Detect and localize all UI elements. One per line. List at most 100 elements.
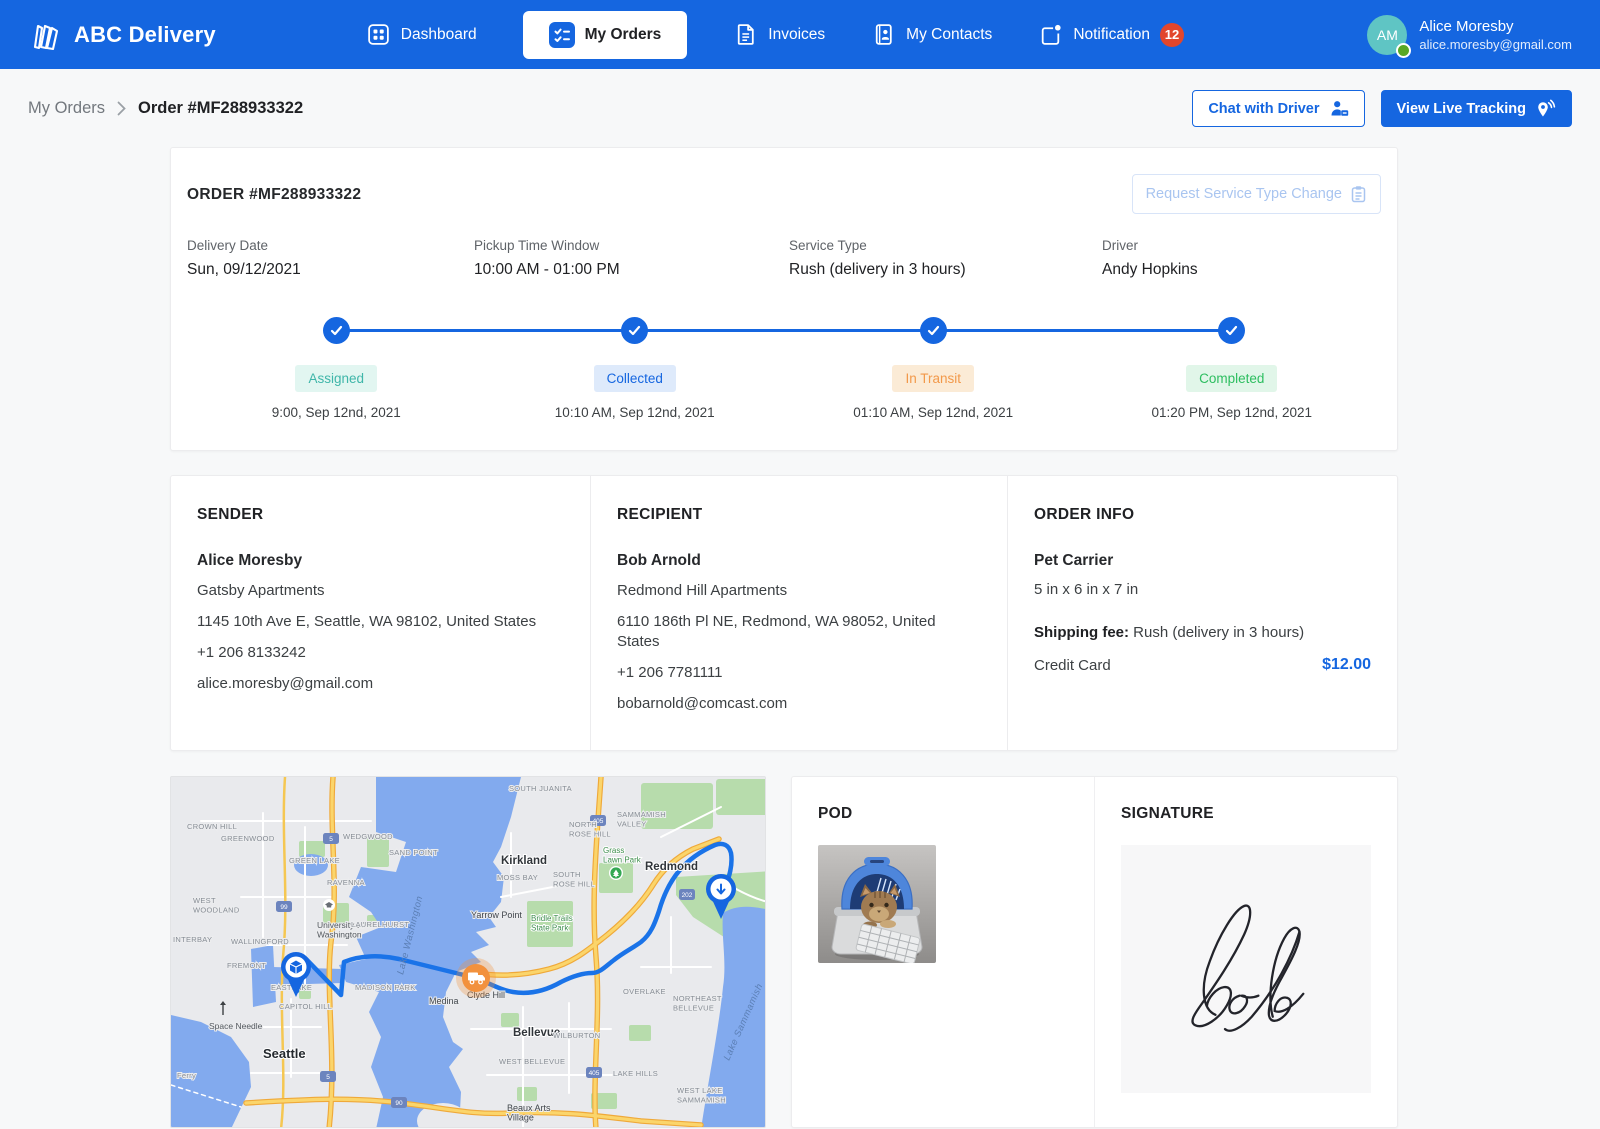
status-badge: Collected: [594, 365, 676, 392]
recipient-phone: +1 206 7781111: [617, 663, 981, 683]
timeline-step-assigned: Assigned 9:00, Sep 12nd, 2021: [187, 317, 486, 420]
breadcrumb: My Orders Order #MF288933322: [28, 99, 303, 118]
invoices-icon: [733, 22, 758, 47]
field-label: Driver: [1102, 238, 1381, 253]
pod-title: POD: [818, 805, 1068, 823]
nav-item-my-contacts[interactable]: My Contacts: [871, 22, 992, 47]
section-title: ORDER INFO: [1034, 506, 1371, 524]
nav-items: Dashboard My Orders: [366, 11, 1184, 59]
svg-text:OVERLAKE: OVERLAKE: [623, 987, 666, 996]
nav-label: Invoices: [768, 26, 825, 44]
dashboard-icon: [366, 22, 391, 47]
svg-text:MOSS BAY: MOSS BAY: [497, 873, 538, 882]
field-value: Andy Hopkins: [1102, 261, 1381, 279]
sender-phone: +1 206 8133242: [197, 643, 564, 663]
check-circle-icon: [323, 317, 350, 344]
request-change-label: Request Service Type Change: [1146, 186, 1342, 202]
field-label: Service Type: [789, 238, 1102, 253]
timeline-step-collected: Collected 10:10 AM, Sep 12nd, 2021: [486, 317, 785, 420]
status-time: 01:10 AM, Sep 12nd, 2021: [853, 405, 1013, 420]
user-name: Alice Moresby: [1419, 18, 1572, 35]
nav-item-invoices[interactable]: Invoices: [733, 22, 825, 47]
svg-text:405: 405: [589, 1070, 600, 1077]
svg-text:Redmond: Redmond: [645, 861, 698, 873]
chat-with-driver-button[interactable]: Chat with Driver: [1192, 90, 1364, 127]
chat-driver-icon: [1329, 99, 1349, 118]
order-summary-card: ORDER #MF288933322 Request Service Type …: [170, 147, 1398, 451]
check-circle-icon: [621, 317, 648, 344]
svg-text:CAPITOL HILL: CAPITOL HILL: [279, 1002, 332, 1011]
svg-text:WEDGWOOD: WEDGWOOD: [343, 832, 393, 841]
svg-text:Bridle TrailsState Park: Bridle TrailsState Park: [531, 914, 573, 933]
order-amount: $12.00: [1322, 656, 1371, 674]
svg-text:CROWN HILL: CROWN HILL: [187, 822, 237, 831]
sender-name: Alice Moresby: [197, 552, 564, 570]
timeline-step-in-transit: In Transit 01:10 AM, Sep 12nd, 2021: [784, 317, 1083, 420]
svg-text:GREENWOOD: GREENWOOD: [221, 834, 275, 843]
contacts-icon: [871, 22, 896, 47]
route-map[interactable]: 559940540590202 SeattleKirklandRedmondBe…: [170, 776, 766, 1128]
svg-text:WEST LAKESAMMAMISH: WEST LAKESAMMAMISH: [677, 1086, 726, 1105]
svg-text:SAND POINT: SAND POINT: [389, 848, 438, 857]
brand-logo[interactable]: ABC Delivery: [28, 17, 216, 53]
clipboard-icon: [1350, 185, 1367, 203]
nav-item-notification[interactable]: Notification 12: [1038, 22, 1184, 47]
nav-item-dashboard[interactable]: Dashboard: [366, 22, 477, 47]
avatar: AM: [1367, 15, 1407, 55]
view-live-tracking-button[interactable]: View Live Tracking: [1381, 90, 1573, 127]
pod-signature-card: POD: [791, 776, 1398, 1128]
order-fields: Delivery Date Sun, 09/12/2021 Pickup Tim…: [187, 238, 1381, 279]
breadcrumb-my-orders[interactable]: My Orders: [28, 99, 105, 118]
order-title: ORDER #MF288933322: [187, 174, 361, 204]
request-service-type-change-button[interactable]: Request Service Type Change: [1132, 174, 1381, 214]
chevron-right-icon: [117, 101, 126, 116]
recipient-section: RECIPIENT Bob Arnold Redmond Hill Apartm…: [590, 476, 1007, 750]
sender-email: alice.moresby@gmail.com: [197, 674, 564, 694]
recipient-name: Bob Arnold: [617, 552, 981, 570]
pod-section: POD: [792, 777, 1095, 1127]
field-pickup-time-window: Pickup Time Window 10:00 AM - 01:00 PM: [474, 238, 789, 279]
user-menu[interactable]: AM Alice Moresby alice.moresby@gmail.com: [1367, 15, 1572, 55]
nav-item-my-orders[interactable]: My Orders: [523, 11, 688, 59]
order-info-section: ORDER INFO Pet Carrier 5 in x 6 in x 7 i…: [1007, 476, 1397, 750]
shipping-fee-line: Shipping fee: Rush (delivery in 3 hours): [1034, 624, 1371, 641]
sender-address: 1145 10th Ave E, Seattle, WA 98102, Unit…: [197, 612, 564, 632]
pod-photo[interactable]: [818, 845, 936, 963]
svg-text:LAURELHURST: LAURELHURST: [351, 920, 409, 929]
field-service-type: Service Type Rush (delivery in 3 hours): [789, 238, 1102, 279]
brand-name: ABC Delivery: [74, 22, 216, 48]
svg-text:WALLINGFORD: WALLINGFORD: [231, 937, 289, 946]
svg-text:90: 90: [395, 1100, 403, 1107]
svg-text:RAVENNA: RAVENNA: [327, 878, 365, 887]
svg-text:Ferry: Ferry: [177, 1071, 196, 1080]
field-value: 10:00 AM - 01:00 PM: [474, 261, 789, 279]
park-tree-icon: [609, 866, 623, 880]
recipient-address: 6110 186th Pl NE, Redmond, WA 98052, Uni…: [617, 612, 981, 652]
svg-text:Kirkland: Kirkland: [501, 855, 547, 867]
tracking-label: View Live Tracking: [1397, 101, 1527, 117]
field-value: Rush (delivery in 3 hours): [789, 261, 1102, 279]
field-label: Delivery Date: [187, 238, 474, 253]
svg-text:GREEN LAKE: GREEN LAKE: [289, 856, 340, 865]
field-delivery-date: Delivery Date Sun, 09/12/2021: [187, 238, 474, 279]
svg-text:Space Needle: Space Needle: [209, 1021, 263, 1031]
sender-company: Gatsby Apartments: [197, 581, 564, 601]
status-badge: Assigned: [295, 365, 377, 392]
avatar-initials: AM: [1377, 27, 1398, 43]
nav-label: My Orders: [585, 26, 662, 44]
signature-title: SIGNATURE: [1121, 805, 1371, 823]
status-time: 01:20 PM, Sep 12nd, 2021: [1151, 405, 1312, 420]
item-dimensions: 5 in x 6 in x 7 in: [1034, 581, 1371, 598]
chat-label: Chat with Driver: [1208, 101, 1319, 117]
status-badge: Completed: [1186, 365, 1277, 392]
university-icon: [323, 899, 335, 911]
status-time: 10:10 AM, Sep 12nd, 2021: [555, 405, 715, 420]
svg-text:WEST BELLEVUE: WEST BELLEVUE: [499, 1057, 565, 1066]
nav-label: Dashboard: [401, 26, 477, 44]
field-driver: Driver Andy Hopkins: [1102, 238, 1381, 279]
my-orders-icon: [549, 22, 575, 48]
driver-marker[interactable]: [456, 958, 496, 998]
nav-label: Notification: [1073, 26, 1150, 44]
svg-text:99: 99: [280, 904, 288, 911]
svg-text:INTERBAY: INTERBAY: [173, 935, 212, 944]
